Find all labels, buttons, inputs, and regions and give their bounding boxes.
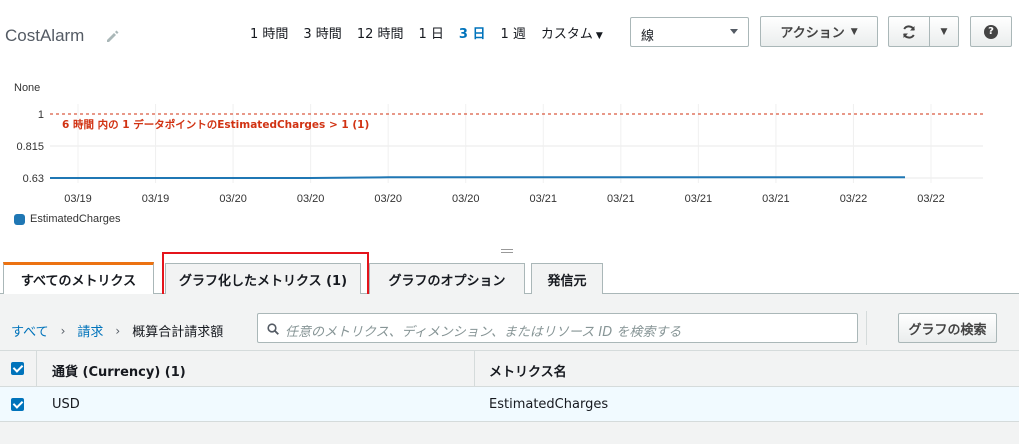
graph-search-label: グラフの検索 [908, 322, 987, 338]
search-icon [267, 323, 279, 335]
caret-down-icon: ▼ [850, 26, 858, 37]
tab-graphed-metrics[interactable]: グラフ化したメトリクス (1) [165, 263, 361, 294]
y-tick-label: 1 [38, 109, 44, 121]
column-header-metric-name[interactable]: メトリクス名 [489, 361, 567, 380]
custom-label: カスタム [540, 26, 593, 42]
x-tick-label: 03/21 [530, 193, 558, 205]
x-tick-label: 03/20 [452, 193, 480, 205]
time-range-1h[interactable]: 1 時間 [250, 23, 288, 42]
tab-all-metrics[interactable]: すべてのメトリクス [3, 262, 154, 294]
chart-canvas: None 1 0.815 0.63 03/19 03/19 03/20 03/20 03/20 0… [14, 82, 983, 205]
cell-metric-name: EstimatedCharges [489, 397, 609, 412]
y-tick-label: 0.815 [16, 141, 44, 153]
breadcrumb: すべて › 請求 › 概算合計請求額 [11, 321, 224, 341]
x-tick-label: 03/20 [297, 193, 325, 205]
legend-label: EstimatedCharges [30, 213, 121, 225]
x-tick-label: 03/21 [685, 193, 713, 205]
time-range-3h[interactable]: 3 時間 [303, 23, 341, 42]
metrics-table: 通貨 (Currency) (1) メトリクス名 USD EstimatedCh… [0, 350, 1019, 444]
x-tick-label: 03/19 [142, 193, 170, 205]
help-icon: ? [984, 24, 998, 39]
breadcrumb-current: 概算合計請求額 [132, 325, 224, 340]
threshold-label: 6 時間 内の 1 データポイントのEstimatedCharges > 1 (… [62, 118, 369, 131]
breadcrumb-all[interactable]: すべて [11, 321, 49, 340]
x-tick-label: 03/20 [219, 193, 247, 205]
column-divider [36, 351, 37, 387]
caret-down-icon: ▼ [595, 30, 603, 41]
tab-label: 発信元 [547, 273, 587, 289]
refresh-icon [903, 24, 915, 39]
refresh-button[interactable] [888, 16, 930, 47]
tab-label: すべてのメトリクス [20, 274, 137, 289]
time-range-3d[interactable]: 3 日 [459, 23, 486, 42]
time-range-custom[interactable]: カスタム ▼ [541, 23, 603, 42]
refresh-options-button[interactable]: ▼ [929, 16, 959, 47]
y-tick-label: 0.63 [23, 173, 44, 185]
x-tick-label: 03/22 [917, 193, 945, 205]
tab-bar: すべてのメトリクス グラフ化したメトリクス (1) グラフのオプション 発信元 [0, 262, 1019, 294]
resize-handle[interactable] [501, 249, 513, 253]
time-range-1w[interactable]: 1 週 [500, 23, 525, 42]
chevron-down-icon [730, 29, 738, 34]
tab-label: グラフ化したメトリクス (1) [178, 273, 348, 289]
tab-label: グラフのオプション [388, 273, 506, 289]
pencil-icon[interactable] [104, 28, 120, 44]
metric-search-input[interactable]: 任意のメトリクス、ディメンション、またはリソース ID を検索する [257, 313, 858, 343]
chart-legend[interactable]: EstimatedCharges [14, 213, 121, 225]
table-row[interactable]: USD EstimatedCharges [0, 387, 1019, 422]
divider [866, 311, 867, 345]
caret-down-icon: ▼ [940, 26, 948, 37]
header: CostAlarm 1 時間 3 時間 12 時間 1 日 3 日 1 週 カス… [0, 0, 1019, 70]
search-placeholder: 任意のメトリクス、ディメンション、またはリソース ID を検索する [285, 325, 682, 340]
x-tick-label: 03/20 [374, 193, 402, 205]
graph-search-button[interactable]: グラフの検索 [898, 313, 997, 343]
x-tick-label: 03/21 [762, 193, 790, 205]
chart-type-select[interactable]: 線 [630, 17, 749, 47]
legend-swatch [14, 213, 25, 225]
row-checkbox[interactable] [11, 398, 24, 411]
column-divider [474, 351, 475, 387]
help-button[interactable]: ? [970, 16, 1012, 47]
table-header: 通貨 (Currency) (1) メトリクス名 [0, 350, 1019, 387]
actions-button[interactable]: アクション ▼ [760, 16, 878, 47]
page-title: CostAlarm [5, 26, 85, 45]
chevron-right-icon: › [115, 323, 121, 338]
tab-source[interactable]: 発信元 [531, 263, 603, 294]
x-tick-label: 03/19 [64, 193, 92, 205]
time-range-12h[interactable]: 12 時間 [357, 23, 404, 42]
column-header-currency[interactable]: 通貨 (Currency) (1) [52, 361, 186, 380]
cell-currency: USD [52, 397, 80, 412]
select-all-checkbox[interactable] [11, 362, 24, 375]
x-tick-label: 03/22 [840, 193, 868, 205]
y-axis-label: None [14, 82, 40, 94]
series-line-estimated-charges [50, 176, 905, 179]
time-range-selector: 1 時間 3 時間 12 時間 1 日 3 日 1 週 カスタム ▼ [250, 22, 618, 42]
actions-label: アクション [780, 26, 845, 41]
chevron-right-icon: › [60, 323, 66, 338]
metrics-chart: None 1 0.815 0.63 03/19 03/19 03/20 03/20 03/20 0… [0, 75, 1019, 240]
chart-type-value: 線 [641, 29, 655, 44]
time-range-1d[interactable]: 1 日 [419, 23, 444, 42]
breadcrumb-billing[interactable]: 請求 [77, 321, 103, 340]
tab-graph-options[interactable]: グラフのオプション [369, 263, 525, 294]
x-tick-label: 03/21 [607, 193, 635, 205]
